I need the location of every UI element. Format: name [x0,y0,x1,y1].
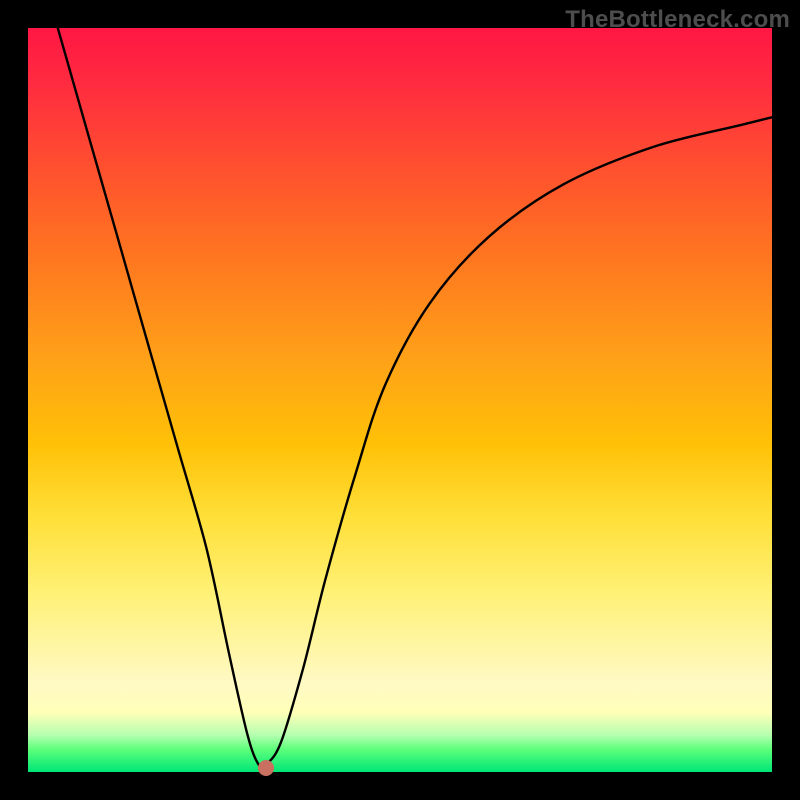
curve-path [58,28,772,768]
bottleneck-curve [28,28,772,772]
plot-area [28,28,772,772]
result-marker-dot [258,760,274,776]
chart-frame: TheBottleneck.com [0,0,800,800]
